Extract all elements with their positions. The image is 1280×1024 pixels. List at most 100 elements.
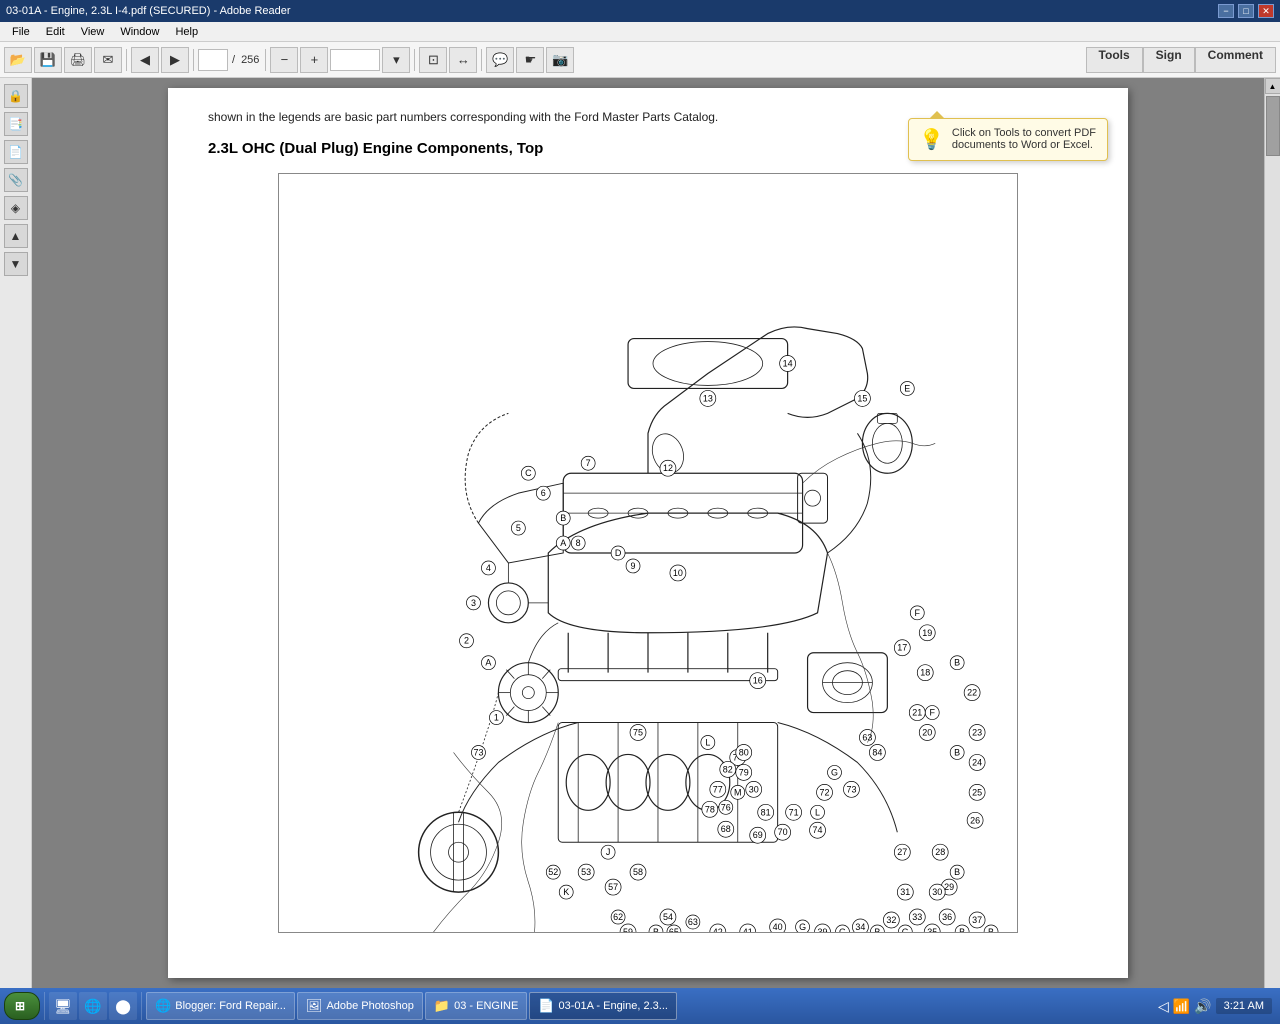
svg-text:16: 16 (753, 676, 763, 686)
photoshop-icon: 🖼 (306, 998, 323, 1014)
select-tool-button[interactable]: 💬 (486, 47, 514, 73)
svg-text:30: 30 (932, 887, 942, 897)
taskbar-item-reader[interactable]: 📄 03-01A - Engine, 2.3... (529, 992, 677, 1020)
svg-text:2: 2 (464, 636, 469, 646)
svg-text:3: 3 (471, 598, 476, 608)
right-scrollbar: ▲ (1264, 78, 1280, 988)
svg-text:5: 5 (516, 523, 521, 533)
fit-page-button[interactable]: ⊡ (419, 47, 447, 73)
network-icon[interactable]: 📶 (1173, 998, 1190, 1015)
start-button[interactable]: ⊞ (4, 992, 40, 1020)
scroll-up-arrow[interactable]: ▲ (1265, 78, 1280, 94)
zoom-in-button[interactable]: + (300, 47, 328, 73)
attach-icon[interactable]: 📎 (4, 168, 28, 192)
svg-text:63: 63 (688, 917, 698, 927)
hand-tool-button[interactable]: ☛ (516, 47, 544, 73)
svg-text:F: F (929, 708, 935, 718)
volume-icon[interactable]: 🔊 (1194, 998, 1211, 1015)
zoom-dropdown[interactable]: ▾ (382, 47, 410, 73)
maximize-button[interactable]: □ (1238, 4, 1254, 18)
tools-button[interactable]: Tools (1086, 47, 1143, 73)
svg-text:A: A (560, 538, 566, 548)
svg-text:10: 10 (673, 568, 683, 578)
windows-icon: ⊞ (15, 999, 25, 1013)
page-number-input[interactable]: 1 (198, 49, 228, 71)
save-button[interactable]: 💾 (34, 47, 62, 73)
svg-text:18: 18 (920, 668, 930, 678)
engine-diagram: 13 14 15 E C 6 7 (278, 173, 1018, 933)
svg-text:52: 52 (548, 867, 558, 877)
svg-text:33: 33 (912, 912, 922, 922)
nav-arrow-down[interactable]: ▼ (4, 252, 28, 276)
taskbar-reader-label: 03-01A - Engine, 2.3... (558, 1000, 667, 1012)
minimize-button[interactable]: − (1218, 4, 1234, 18)
svg-text:K: K (563, 887, 569, 897)
svg-text:78: 78 (705, 804, 715, 814)
right-toolbar: Tools Sign Comment (1086, 47, 1276, 73)
svg-text:32: 32 (886, 915, 896, 925)
svg-text:35: 35 (927, 927, 937, 932)
show-desktop-button[interactable]: 🖥 (49, 992, 77, 1020)
svg-text:30: 30 (749, 784, 759, 794)
lock-icon[interactable]: 🔒 (4, 84, 28, 108)
svg-text:8: 8 (576, 538, 581, 548)
svg-text:37: 37 (972, 915, 982, 925)
svg-text:M: M (734, 787, 741, 797)
engine-svg: 13 14 15 E C 6 7 (279, 174, 1017, 932)
menubar: File Edit View Window Help (0, 22, 1280, 42)
menu-help[interactable]: Help (167, 24, 206, 40)
open-button[interactable]: 📂 (4, 47, 32, 73)
svg-text:27: 27 (897, 847, 907, 857)
show-hidden-icons[interactable]: ◁ (1158, 998, 1169, 1015)
taskbar-sep1 (44, 992, 45, 1020)
svg-text:9: 9 (631, 561, 636, 571)
taskbar-item-photoshop[interactable]: 🖼 Adobe Photoshop (297, 992, 423, 1020)
comment-button[interactable]: Comment (1195, 47, 1276, 73)
tooltip-text: Click on Tools to convert PDF documents … (952, 127, 1097, 151)
taskbar-item-blogger[interactable]: 🌐 Blogger: Ford Repair... (146, 992, 295, 1020)
svg-text:79: 79 (739, 767, 749, 777)
layers-icon[interactable]: ◈ (4, 196, 28, 220)
svg-text:53: 53 (581, 867, 591, 877)
next-page-button[interactable]: ▶ (161, 47, 189, 73)
zoom-out-button[interactable]: − (270, 47, 298, 73)
menu-window[interactable]: Window (112, 24, 167, 40)
scroll-thumb[interactable] (1266, 96, 1280, 156)
pdf-icon: 📄 (538, 998, 554, 1014)
tooltip-popup: 💡 Click on Tools to convert PDF document… (908, 118, 1108, 161)
svg-text:E: E (904, 383, 910, 393)
sign-button[interactable]: Sign (1143, 47, 1195, 73)
system-clock[interactable]: 3:21 AM (1216, 998, 1272, 1014)
svg-text:C: C (525, 468, 532, 478)
svg-text:B: B (954, 747, 960, 757)
svg-text:1: 1 (494, 713, 499, 723)
snapshot-button[interactable]: 📷 (546, 47, 574, 73)
nav-arrow-up[interactable]: ▲ (4, 224, 28, 248)
print-button[interactable]: 🖨 (64, 47, 92, 73)
sep1 (126, 49, 127, 71)
bookmark-icon[interactable]: 📑 (4, 112, 28, 136)
svg-text:B: B (560, 513, 566, 523)
tooltip-arrow (929, 111, 945, 119)
pdf-area[interactable]: 💡 Click on Tools to convert PDF document… (32, 78, 1264, 988)
svg-text:29: 29 (944, 882, 954, 892)
taskbar-item-engine[interactable]: 📁 03 - ENGINE (425, 992, 527, 1020)
svg-text:F: F (915, 608, 921, 618)
fit-width-button[interactable]: ↔ (449, 47, 477, 73)
pages-icon[interactable]: 📄 (4, 140, 28, 164)
svg-text:84: 84 (872, 747, 882, 757)
menu-edit[interactable]: Edit (38, 24, 73, 40)
ie-button[interactable]: 🌐 (79, 992, 107, 1020)
prev-page-button[interactable]: ◀ (131, 47, 159, 73)
menu-file[interactable]: File (4, 24, 38, 40)
svg-text:25: 25 (972, 787, 982, 797)
email-button[interactable]: ✉ (94, 47, 122, 73)
svg-text:73: 73 (846, 784, 856, 794)
close-button[interactable]: ✕ (1258, 4, 1274, 18)
menu-view[interactable]: View (73, 24, 113, 40)
svg-text:B: B (874, 927, 880, 932)
zoom-input[interactable]: 130% (330, 49, 380, 71)
chrome-button[interactable]: ⬤ (109, 992, 137, 1020)
svg-text:17: 17 (897, 643, 907, 653)
svg-text:39: 39 (818, 927, 828, 932)
